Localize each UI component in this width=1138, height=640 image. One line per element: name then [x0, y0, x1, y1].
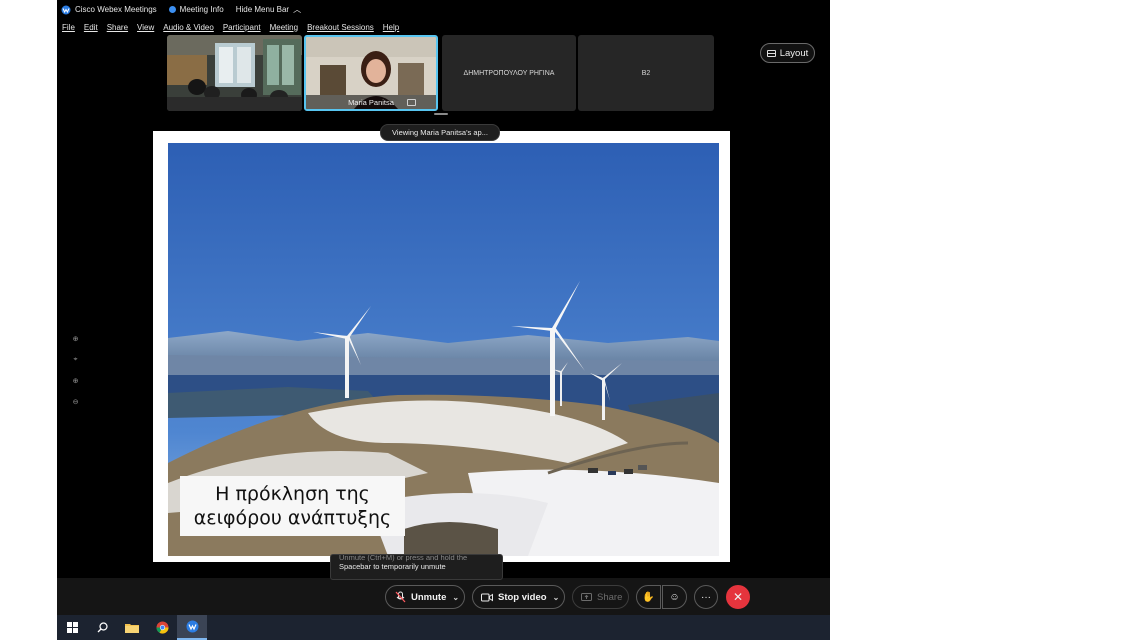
start-button[interactable] — [57, 615, 87, 640]
taskbar-search-button[interactable] — [87, 615, 117, 640]
hide-menu-bar-label: Hide Menu Bar — [235, 5, 290, 14]
participant-name-b2: B2 — [641, 69, 651, 77]
screen-share-icon — [407, 99, 416, 106]
stop-video-button[interactable]: Stop video ⌄ — [472, 585, 565, 609]
speaker-name-tag: Maria Panitsa — [306, 95, 436, 109]
layout-button[interactable]: Layout — [760, 43, 815, 63]
chrome-icon — [156, 621, 168, 634]
zoom-in-icon[interactable]: ⊕ — [71, 334, 80, 343]
menu-bar: File Edit Share View Audio & Video Parti… — [57, 19, 830, 35]
left-blank-area — [0, 0, 57, 615]
shared-slide: Η πρόκληση της αειφόρου ανάπτυξης — [153, 131, 730, 562]
unmute-hint-tooltip: Unmute (Ctrl+M) or press and hold the Sp… — [330, 554, 503, 580]
leave-meeting-button[interactable]: ✕ — [726, 585, 750, 609]
participant-name: ΔΗΜΗΤΡΟΠΟΥΛΟΥ ΡΗΓΙΝΑ — [463, 69, 555, 77]
share-label: Share — [597, 591, 623, 603]
video-tile-active-speaker[interactable]: Maria Panitsa — [304, 35, 438, 111]
filmstrip-resize-handle[interactable] — [434, 113, 448, 115]
meeting-info-label: Meeting Info — [179, 5, 224, 14]
meeting-info-button[interactable]: Meeting Info — [168, 5, 224, 14]
close-icon: ✕ — [732, 590, 744, 604]
share-screen-icon — [581, 592, 592, 601]
menu-view[interactable]: View — [137, 23, 154, 32]
menu-audio-video[interactable]: Audio & Video — [163, 23, 214, 32]
video-tile-participant[interactable]: ΔΗΜΗΤΡΟΠΟΥΛΟΥ ΡΗΓΙΝΑ — [442, 35, 576, 111]
video-tile-classroom[interactable] — [167, 35, 302, 111]
muted-mic-icon — [395, 591, 406, 603]
more-options-button[interactable]: ··· — [694, 585, 718, 609]
viewing-share-text: Viewing Maria Panitsa's ap... — [392, 128, 488, 137]
raise-hand-icon: ✋ — [642, 591, 655, 603]
app-title: Cisco Webex Meetings — [75, 5, 157, 14]
search-icon — [97, 622, 108, 633]
share-button[interactable]: Share — [572, 585, 629, 609]
taskbar-chrome[interactable] — [147, 615, 177, 640]
layout-label: Layout — [779, 47, 809, 59]
webex-icon — [186, 620, 198, 633]
taskbar-file-explorer[interactable] — [117, 615, 147, 640]
fit-icon[interactable]: ⌖ — [71, 355, 80, 364]
chevron-up-icon: ︿ — [293, 5, 302, 14]
taskbar-webex[interactable] — [177, 615, 207, 640]
menu-edit[interactable]: Edit — [84, 23, 98, 32]
folder-icon — [125, 624, 139, 633]
video-tile-participant-b2[interactable]: B2 — [578, 35, 714, 111]
menu-share[interactable]: Share — [107, 23, 128, 32]
hide-menu-bar-button[interactable]: Hide Menu Bar ︿ — [236, 4, 301, 15]
viewing-share-tooltip: Viewing Maria Panitsa's ap... — [380, 124, 500, 141]
more-icon: ··· — [701, 591, 711, 603]
windows-taskbar — [57, 615, 830, 640]
screen: Cisco Webex Meetings Meeting Info Hide M… — [0, 0, 1138, 640]
zoom-plus-icon[interactable]: ⊕ — [71, 376, 80, 385]
menu-participant[interactable]: Participant — [223, 23, 261, 32]
zoom-out-icon[interactable]: ⊖ — [71, 397, 80, 406]
raise-hand-button[interactable]: ✋ — [636, 585, 661, 609]
slide-title-line-2: αειφόρου ανάπτυξης — [193, 507, 392, 529]
chevron-down-icon[interactable]: ⌄ — [452, 593, 459, 602]
menu-meeting[interactable]: Meeting — [270, 23, 298, 32]
reactions-button[interactable]: ☺ — [662, 585, 687, 609]
stop-video-label: Stop video — [498, 591, 547, 603]
menu-file[interactable]: File — [62, 23, 75, 32]
webex-logo-icon — [61, 5, 71, 14]
title-bar: Cisco Webex Meetings Meeting Info Hide M… — [57, 0, 830, 19]
webex-meeting-window: Cisco Webex Meetings Meeting Info Hide M… — [57, 0, 830, 615]
unmute-label: Unmute — [411, 591, 447, 603]
unmute-hint-partial: Unmute (Ctrl+M) or press and hold the — [339, 554, 468, 562]
menu-help[interactable]: Help — [383, 23, 399, 32]
chevron-down-icon[interactable]: ⌄ — [553, 593, 560, 602]
windows-logo-icon — [66, 622, 78, 633]
slide-title-box: Η πρόκληση της αειφόρου ανάπτυξης — [180, 476, 405, 536]
layout-icon — [766, 49, 776, 57]
meeting-control-bar: Unmute ⌄ Stop video ⌄ Share ✋ ☺ ··· ✕ — [57, 578, 830, 615]
unmute-hint-text: Spacebar to temporarily unmute — [339, 562, 446, 571]
unmute-button[interactable]: Unmute ⌄ — [385, 585, 465, 609]
speaker-name: Maria Panitsa — [348, 97, 394, 107]
menu-breakout-sessions[interactable]: Breakout Sessions — [307, 23, 374, 32]
classroom-video — [167, 35, 302, 111]
smiley-icon: ☺ — [669, 591, 680, 603]
video-camera-icon — [481, 593, 493, 601]
slide-title-line-1: Η πρόκληση της — [215, 483, 370, 505]
info-icon — [168, 6, 176, 13]
